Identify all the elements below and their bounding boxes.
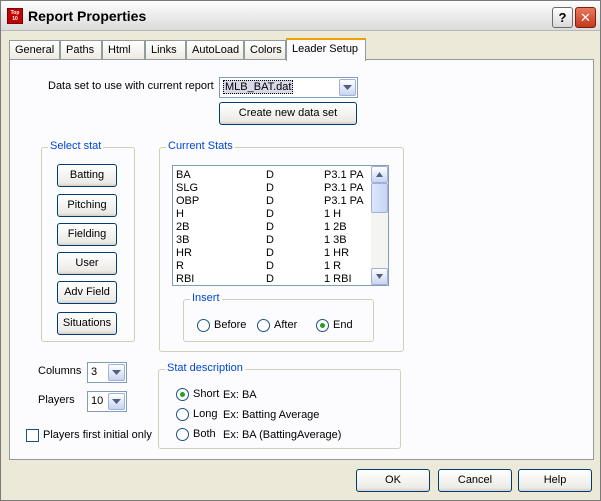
- checkbox-icon: [26, 429, 39, 442]
- radio-circle-icon: [257, 319, 270, 332]
- situations-button[interactable]: Situations: [57, 312, 117, 335]
- chevron-down-icon[interactable]: [339, 79, 356, 96]
- insert-after-label: After: [274, 319, 298, 331]
- radio-dot-icon: [320, 323, 325, 328]
- radio-circle-icon: [176, 408, 189, 421]
- radio-circle-icon: [176, 388, 189, 401]
- tab-autoload[interactable]: AutoLoad: [186, 40, 244, 60]
- select-stat-group: Select stat Batting Pitching Fielding Us…: [41, 140, 135, 342]
- help-title-button[interactable]: ?: [552, 7, 573, 28]
- short-example: Ex: BA: [223, 389, 257, 401]
- create-data-set-button[interactable]: Create new data set: [219, 102, 357, 125]
- insert-title: Insert: [190, 292, 222, 304]
- first-initial-label: Players first initial only: [43, 429, 152, 441]
- players-value: 10: [91, 395, 104, 407]
- players-label: Players: [38, 394, 75, 406]
- current-stats-list[interactable]: BA D P3.1 PA SLG D P3.1 PA OBP D P3.1 PA HD1 H…: [172, 165, 389, 286]
- long-example: Ex: Batting Average: [223, 409, 320, 421]
- data-set-value: MLB_BAT.dat: [223, 80, 294, 94]
- leader-setup-panel: Data set to use with current report MLB_…: [9, 59, 594, 460]
- chevron-down-icon[interactable]: [108, 364, 125, 381]
- cancel-button[interactable]: Cancel: [438, 469, 512, 492]
- radio-circle-icon: [176, 428, 189, 441]
- fielding-button[interactable]: Fielding: [57, 223, 117, 246]
- app-icon-text: Top 10: [10, 10, 20, 22]
- app-icon: Top 10: [7, 8, 23, 24]
- stat-description-group: Stat description Short Ex: BA Long Ex: B…: [158, 362, 401, 449]
- tab-colors[interactable]: Colors: [244, 40, 286, 60]
- data-set-label: Data set to use with current report: [48, 80, 214, 92]
- list-item[interactable]: HR D 1 HR: [176, 247, 366, 260]
- first-initial-checkbox[interactable]: Players first initial only: [26, 429, 156, 443]
- tab-paths[interactable]: Paths: [60, 40, 102, 60]
- ok-button[interactable]: OK: [356, 469, 430, 492]
- list-item[interactable]: 2B D 1 2B: [176, 221, 366, 234]
- help-button[interactable]: Help: [518, 469, 592, 492]
- scroll-down-button[interactable]: [371, 268, 388, 285]
- tab-leader-setup[interactable]: Leader Setup: [286, 38, 366, 61]
- title-bar[interactable]: Top 10 Report Properties ? ✕: [1, 1, 600, 31]
- columns-combo[interactable]: 3: [87, 362, 127, 383]
- insert-before-radio[interactable]: Before: [197, 319, 252, 333]
- short-label: Short: [193, 388, 220, 400]
- long-label: Long: [193, 408, 218, 420]
- list-item[interactable]: 3B D 1 3B: [176, 234, 366, 247]
- list-item[interactable]: BA D P3.1 PA: [176, 169, 366, 182]
- data-set-combo[interactable]: MLB_BAT.dat: [219, 77, 358, 98]
- scroll-thumb[interactable]: [371, 183, 388, 213]
- tab-links[interactable]: Links: [145, 40, 186, 60]
- list-item[interactable]: SLG D P3.1 PA: [176, 182, 366, 195]
- tab-general[interactable]: General: [9, 40, 60, 60]
- radio-circle-icon: [316, 319, 329, 332]
- insert-group: Insert Before After End: [183, 292, 374, 342]
- current-stats-title: Current Stats: [166, 140, 235, 152]
- list-scrollbar[interactable]: [371, 166, 388, 285]
- batting-button[interactable]: Batting: [57, 164, 117, 187]
- insert-after-radio[interactable]: After: [257, 319, 307, 333]
- columns-label: Columns: [38, 365, 82, 377]
- user-button[interactable]: User: [57, 252, 117, 275]
- insert-end-label: End: [333, 319, 353, 331]
- chevron-down-icon[interactable]: [108, 393, 125, 410]
- pitching-button[interactable]: Pitching: [57, 194, 117, 217]
- both-example: Ex: BA (BattingAverage): [223, 429, 342, 441]
- radio-dot-icon: [180, 392, 185, 397]
- current-stats-group: Current Stats BA D P3.1 PA SLG D P3.1 PA OBP…: [159, 140, 404, 352]
- report-properties-window: Top 10 Report Properties ? ✕ General Pat…: [0, 0, 601, 501]
- adv-field-button[interactable]: Adv Field: [57, 281, 117, 304]
- insert-before-label: Before: [214, 319, 247, 331]
- close-button[interactable]: ✕: [575, 7, 596, 28]
- window-title: Report Properties: [28, 8, 147, 24]
- select-stat-title: Select stat: [48, 140, 104, 152]
- list-item[interactable]: HD1 H: [176, 208, 366, 221]
- list-item[interactable]: OBP D P3.1 PA: [176, 195, 366, 208]
- list-item[interactable]: RBI D 1 RBI: [176, 273, 366, 285]
- columns-value: 3: [91, 366, 98, 378]
- players-combo[interactable]: 10: [87, 391, 127, 412]
- list-item[interactable]: RD1 R: [176, 260, 366, 273]
- radio-circle-icon: [197, 319, 210, 332]
- both-label: Both: [193, 428, 216, 440]
- tab-html[interactable]: Html: [102, 40, 145, 60]
- stat-description-title: Stat description: [165, 362, 245, 374]
- scroll-up-button[interactable]: [371, 166, 388, 183]
- insert-end-radio[interactable]: End: [316, 319, 361, 333]
